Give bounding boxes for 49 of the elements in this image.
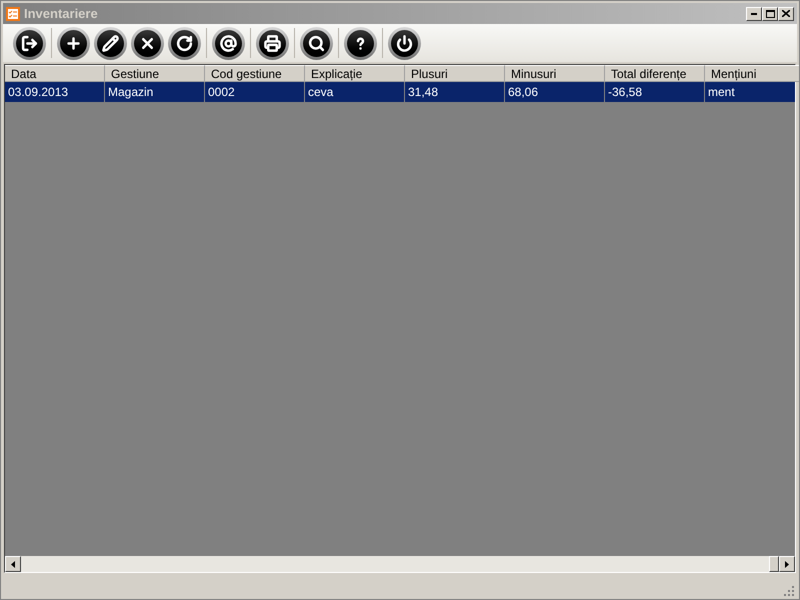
column-header[interactable]: Data [5, 65, 105, 82]
toolbar-button[interactable] [300, 26, 333, 60]
horizontal-scrollbar[interactable] [5, 556, 795, 572]
table-cell: -36,58 [605, 82, 705, 102]
column-header[interactable]: Mențiuni [705, 65, 799, 82]
right-arrow-icon [785, 560, 789, 568]
minimize-button[interactable] [746, 6, 762, 20]
column-header[interactable]: Minusuri [505, 65, 605, 82]
printer-icon [264, 34, 281, 52]
at-sign-icon [220, 34, 237, 52]
refresh-icon [176, 34, 193, 52]
close-button[interactable] [778, 6, 794, 20]
left-arrow-icon [11, 560, 15, 568]
power-icon [396, 34, 413, 52]
toolbar-button[interactable] [212, 26, 245, 60]
toolbar-button[interactable] [256, 26, 289, 60]
toolbar-button[interactable] [57, 26, 90, 60]
search-icon [308, 34, 325, 52]
table-cell: 31,48 [405, 82, 505, 102]
toolbar-button[interactable] [388, 26, 421, 60]
table-cell: ceva [305, 82, 405, 102]
column-header[interactable]: Total diferențe [605, 65, 705, 82]
column-header[interactable]: Gestiune [105, 65, 205, 82]
window-title: Inventariere [24, 4, 98, 23]
resize-grip-icon[interactable] [784, 586, 795, 597]
toolbar-button[interactable] [13, 26, 46, 60]
scroll-thumb[interactable] [769, 556, 779, 572]
close-icon [782, 10, 790, 17]
table-cell: 03.09.2013 [5, 82, 105, 102]
table-row[interactable]: 03.09.2013 Magazin 0002 ceva 31,48 68,06 -36,58 ment [5, 82, 795, 102]
table-cell: 68,06 [505, 82, 605, 102]
scroll-right-button[interactable] [779, 556, 795, 572]
add-icon [65, 34, 82, 52]
toolbar-button[interactable] [168, 26, 201, 60]
toolbar-button[interactable] [131, 26, 164, 60]
minimize-icon [751, 12, 757, 14]
checklist-icon [6, 6, 20, 20]
table-cell: Magazin [105, 82, 205, 102]
column-header[interactable]: Cod gestiune [205, 65, 305, 82]
pencil-icon [102, 34, 119, 52]
maximize-icon [766, 10, 774, 18]
column-header[interactable]: Explicație [305, 65, 405, 82]
maximize-button[interactable] [762, 6, 778, 20]
table-cell: 0002 [205, 82, 305, 102]
column-header[interactable]: Plusuri [405, 65, 505, 82]
toolbar-button[interactable] [94, 26, 127, 60]
toolbar-button[interactable] [344, 26, 377, 60]
scroll-left-button[interactable] [5, 556, 21, 572]
exit-icon [21, 34, 38, 52]
